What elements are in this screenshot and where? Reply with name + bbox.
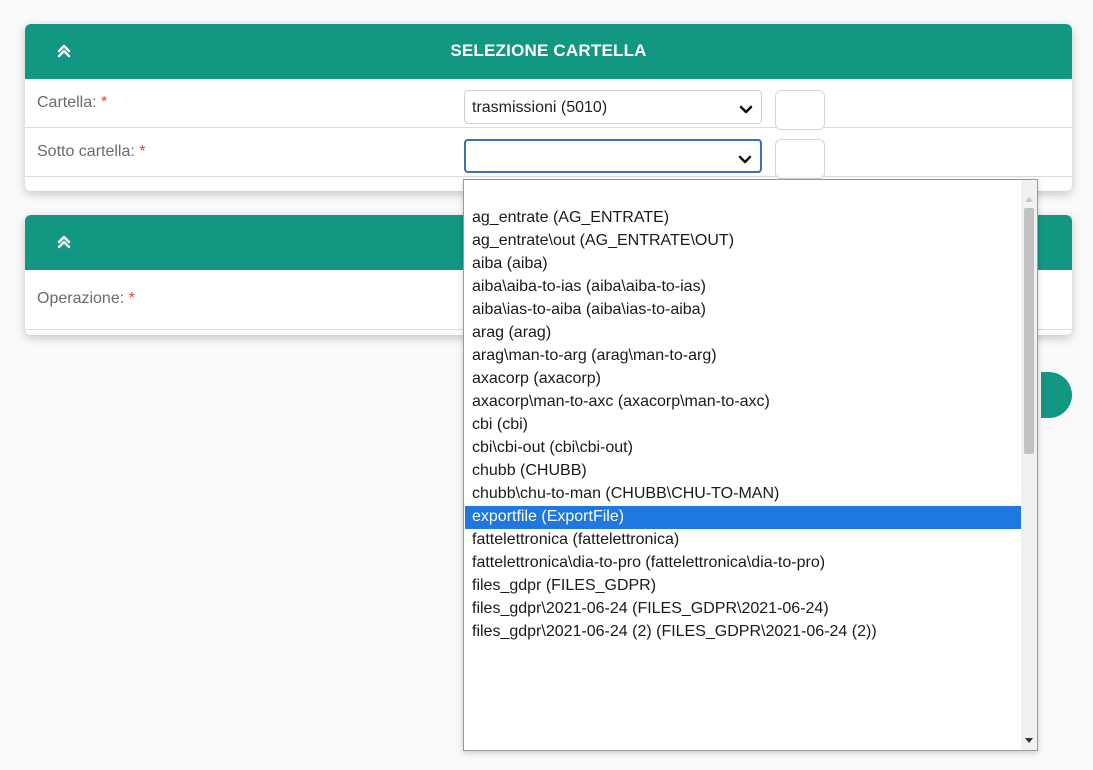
- folder-select-value: trasmissioni (5010): [472, 99, 608, 116]
- subfolder-row: Sotto cartella: *: [25, 128, 1072, 179]
- required-asterisk: *: [101, 94, 108, 111]
- dropdown-option[interactable]: aiba\ias-to-aiba (aiba\ias-to-aiba): [465, 299, 1023, 322]
- dropdown-scrollbar[interactable]: [1021, 180, 1037, 750]
- dropdown-option[interactable]: chubb (CHUBB): [465, 460, 1023, 483]
- scrollbar-thumb[interactable]: [1024, 208, 1034, 454]
- page-background: SELEZIONE CARTELLA Cartella: * trasmissi…: [0, 0, 1093, 770]
- action-button-edge[interactable]: [1041, 372, 1072, 418]
- dropdown-option[interactable]: files_gdpr\2021-06-24 (2) (FILES_GDPR\20…: [465, 621, 1023, 644]
- subfolder-dropdown-list[interactable]: ag_entrate (AG_ENTRATE) ag_entrate\out (A…: [463, 179, 1038, 751]
- panel-title: SELEZIONE CARTELLA: [450, 41, 647, 60]
- scroll-down-arrow-icon[interactable]: [1024, 732, 1034, 743]
- folder-selection-panel: SELEZIONE CARTELLA Cartella: * trasmissi…: [25, 24, 1072, 191]
- dropdown-option[interactable]: fattelettronica (fattelettronica): [465, 529, 1023, 552]
- dropdown-option[interactable]: files_gdpr\2021-06-24 (FILES_GDPR\2021-0…: [465, 598, 1023, 621]
- folder-select[interactable]: trasmissioni (5010): [464, 90, 762, 124]
- dropdown-option[interactable]: cbi\cbi-out (cbi\cbi-out): [465, 437, 1023, 460]
- dropdown-option[interactable]: arag (arag): [465, 322, 1023, 345]
- chevron-down-icon: [738, 152, 752, 164]
- dropdown-option[interactable]: fattelettronica\dia-to-pro (fattelettron…: [465, 552, 1023, 575]
- dropdown-option[interactable]: axacorp\man-to-axc (axacorp\man-to-axc): [465, 391, 1023, 414]
- dropdown-option[interactable]: exportfile (ExportFile): [465, 506, 1023, 529]
- required-asterisk: *: [139, 143, 146, 160]
- dropdown-option[interactable]: ag_entrate (AG_ENTRATE): [465, 207, 1023, 230]
- chevron-down-icon: [739, 102, 753, 114]
- dropdown-option[interactable]: aiba (aiba): [465, 253, 1023, 276]
- subfolder-select[interactable]: [464, 139, 762, 173]
- dropdown-option[interactable]: aiba\aiba-to-ias (aiba\aiba-to-ias): [465, 276, 1023, 299]
- dropdown-option[interactable]: axacorp (axacorp): [465, 368, 1023, 391]
- dropdown-option[interactable]: ag_entrate\out (AG_ENTRATE\OUT): [465, 230, 1023, 253]
- subfolder-label: Sotto cartella: *: [37, 143, 146, 160]
- required-asterisk: *: [128, 290, 135, 307]
- subfolder-action-button[interactable]: [775, 139, 825, 179]
- panel-header: SELEZIONE CARTELLA: [25, 24, 1072, 79]
- dropdown-option[interactable]: chubb\chu-to-man (CHUBB\CHU-TO-MAN): [465, 483, 1023, 506]
- folder-row: Cartella: * trasmissioni (5010): [25, 79, 1072, 130]
- chevrons-up-icon[interactable]: [55, 233, 73, 251]
- folder-action-button[interactable]: [775, 90, 825, 130]
- folder-label: Cartella: *: [37, 94, 108, 111]
- dropdown-option[interactable]: arag\man-to-arg (arag\man-to-arg): [465, 345, 1023, 368]
- dropdown-option[interactable]: cbi (cbi): [465, 414, 1023, 437]
- operation-label: Operazione: *: [37, 290, 135, 307]
- dropdown-option[interactable]: files_gdpr (FILES_GDPR): [465, 575, 1023, 598]
- scroll-up-arrow-icon[interactable]: [1024, 190, 1034, 202]
- option-list: ag_entrate (AG_ENTRATE) ag_entrate\out (A…: [465, 207, 1023, 644]
